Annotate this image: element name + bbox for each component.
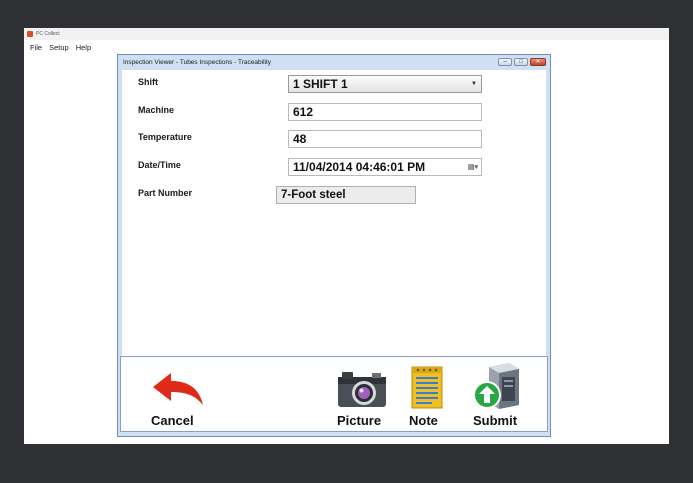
machine-label: Machine	[138, 105, 175, 115]
part-number-label: Part Number	[138, 188, 193, 198]
close-icon[interactable]: ✕	[530, 58, 546, 66]
picture-label: Picture	[337, 413, 382, 428]
datetime-picker[interactable]: 11/04/2014 04:46:01 PM ▤▾	[288, 158, 482, 176]
submit-server-icon	[473, 363, 519, 409]
datetime-label: Date/Time	[138, 160, 181, 170]
chevron-down-icon: ▼	[471, 81, 477, 87]
cancel-button[interactable]: Cancel	[141, 367, 211, 429]
camera-icon	[338, 372, 386, 407]
action-toolbar: Cancel Picture Note Submit	[120, 356, 548, 432]
menu-setup[interactable]: Setup	[49, 43, 69, 52]
temperature-label: Temperature	[138, 132, 192, 142]
menu-help[interactable]: Help	[76, 43, 91, 52]
shift-row: Shift 1 SHIFT 1 ▼	[122, 72, 546, 94]
temperature-value: 48	[293, 132, 307, 146]
shift-value: 1 SHIFT 1	[293, 77, 348, 91]
shift-label: Shift	[138, 77, 158, 87]
app-logo-icon	[27, 31, 33, 37]
app-titlebar: PC Collect	[24, 28, 669, 40]
notepad-icon	[411, 366, 443, 409]
machine-value: 612	[293, 105, 314, 119]
menu-file[interactable]: File	[30, 43, 42, 52]
menu-bar: File Setup Help	[24, 40, 669, 54]
datetime-row: Date/Time 11/04/2014 04:46:01 PM ▤▾	[122, 155, 546, 177]
cancel-label: Cancel	[151, 413, 194, 428]
temperature-row: Temperature 48	[122, 127, 546, 149]
picture-button[interactable]: Picture	[331, 361, 391, 429]
dialog-titlebar: Inspection Viewer - Tubes Inspections - …	[118, 55, 550, 69]
back-arrow-icon	[153, 373, 203, 405]
part-number-value: 7-Foot steel	[281, 189, 346, 201]
minimize-icon[interactable]: –	[498, 58, 512, 66]
submit-button[interactable]: Submit	[467, 359, 527, 429]
calendar-dropdown-icon[interactable]: ▤▾	[468, 163, 478, 171]
submit-label: Submit	[473, 413, 518, 428]
machine-field[interactable]: 612	[288, 103, 482, 121]
app-title: PC Collect	[36, 31, 60, 37]
inspection-viewer-dialog: Inspection Viewer - Tubes Inspections - …	[117, 54, 551, 437]
window-controls: – □ ✕	[498, 58, 546, 66]
machine-row: Machine 612	[122, 100, 546, 122]
datetime-value: 11/04/2014 04:46:01 PM	[293, 160, 426, 174]
part-number-field: 7-Foot steel	[276, 186, 416, 204]
note-label: Note	[409, 413, 438, 428]
temperature-field[interactable]: 48	[288, 130, 482, 148]
part-number-row: Part Number 7-Foot steel	[122, 183, 546, 205]
note-button[interactable]: Note	[405, 361, 445, 429]
form-panel: Shift 1 SHIFT 1 ▼ Machine 612 Temperatur…	[122, 70, 546, 356]
dialog-title: Inspection Viewer - Tubes Inspections - …	[123, 58, 272, 66]
maximize-icon[interactable]: □	[514, 58, 528, 66]
shift-dropdown[interactable]: 1 SHIFT 1 ▼	[288, 75, 482, 93]
